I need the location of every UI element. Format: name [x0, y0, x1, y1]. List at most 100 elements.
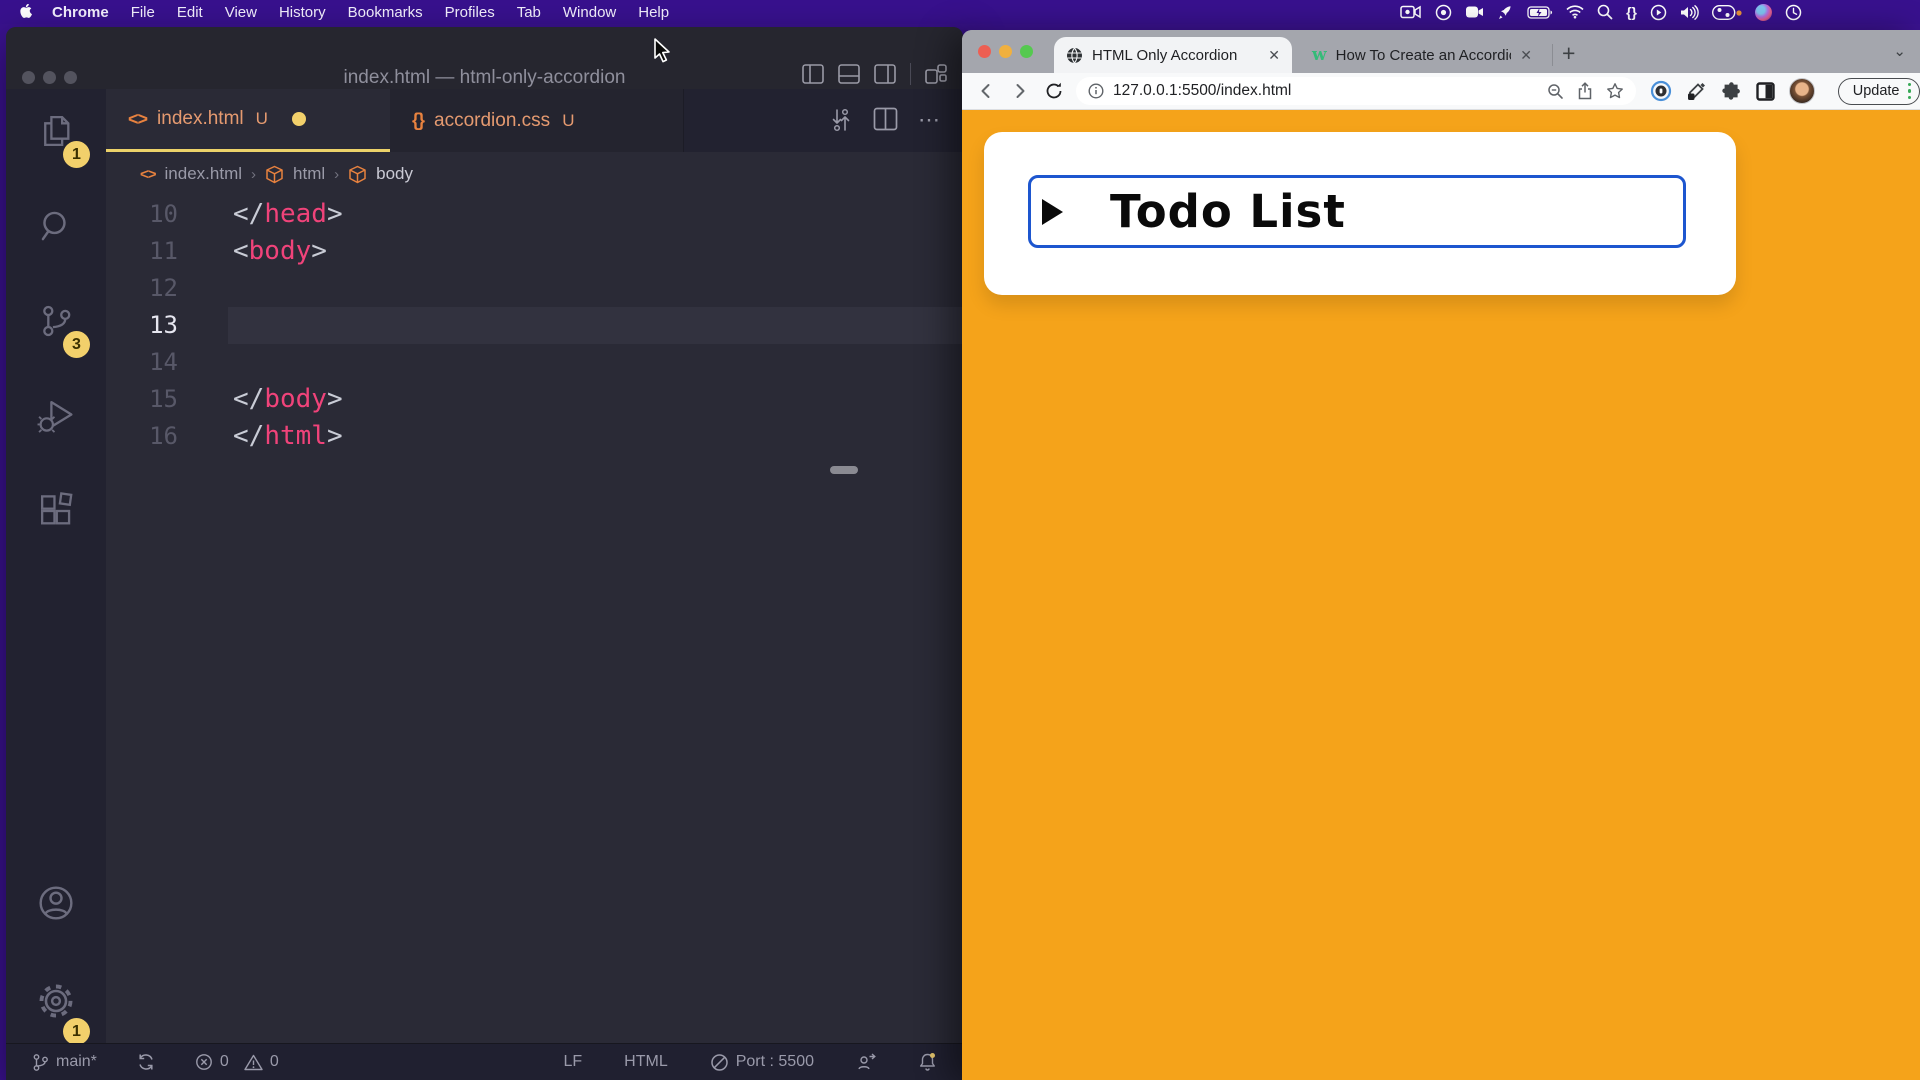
update-label: Update	[1853, 83, 1900, 99]
code-line-13-current[interactable]: 13	[106, 307, 963, 344]
vscode-status-bar: main* 0 0 LF HTML Port : 5500	[6, 1043, 963, 1080]
wifi-icon[interactable]	[1566, 5, 1584, 19]
activity-search-button[interactable]	[30, 206, 82, 301]
menu-file[interactable]: File	[120, 4, 166, 21]
play-circle-icon[interactable]	[1650, 4, 1667, 21]
forward-button[interactable]	[1010, 81, 1030, 101]
menu-history[interactable]: History	[268, 4, 337, 21]
breadcrumb-body[interactable]: body	[376, 164, 413, 184]
site-info-icon[interactable]	[1088, 83, 1104, 99]
chevron-right-icon: ›	[334, 166, 339, 183]
update-button[interactable]: Update	[1838, 78, 1920, 105]
error-count: 0	[220, 1053, 229, 1071]
notifications-bell-icon[interactable]	[918, 1052, 937, 1072]
activity-explorer-button[interactable]: 1	[30, 111, 82, 206]
zoom-icon[interactable]	[1547, 83, 1564, 100]
menu-help[interactable]: Help	[627, 4, 680, 21]
editor-sash-handle[interactable]	[830, 466, 858, 474]
back-button[interactable]	[976, 81, 996, 101]
split-editor-icon[interactable]	[873, 107, 898, 133]
live-server-port-indicator[interactable]: Port : 5500	[710, 1053, 814, 1072]
live-share-icon[interactable]	[856, 1053, 876, 1072]
activity-source-control-button[interactable]: 3	[30, 301, 82, 396]
chrome-minimize-button[interactable]	[999, 45, 1012, 58]
url-text[interactable]: 127.0.0.1:5500/index.html	[1113, 82, 1538, 100]
address-bar[interactable]: 127.0.0.1:5500/index.html	[1076, 77, 1636, 105]
customize-layout-icon[interactable]	[925, 64, 947, 84]
reload-button[interactable]	[1044, 81, 1064, 101]
clock-icon[interactable]	[1785, 4, 1802, 21]
activity-run-debug-button[interactable]	[30, 396, 82, 491]
menu-bookmarks[interactable]: Bookmarks	[337, 4, 434, 21]
code-line-10[interactable]: 10 </head>	[106, 196, 963, 233]
globe-favicon	[1066, 47, 1083, 64]
chrome-zoom-button[interactable]	[1020, 45, 1033, 58]
problems-indicator[interactable]: 0 0	[195, 1053, 279, 1071]
eol-indicator[interactable]: LF	[563, 1053, 582, 1071]
profile-avatar[interactable]	[1789, 78, 1815, 104]
menu-tab[interactable]: Tab	[506, 4, 552, 21]
braces-menu-icon[interactable]: {}	[1626, 4, 1637, 20]
battery-icon[interactable]	[1527, 6, 1553, 19]
open-changes-icon[interactable]	[829, 107, 853, 133]
dark-mode-extension-icon[interactable]	[1755, 81, 1776, 102]
code-line-14[interactable]: 14	[106, 344, 963, 381]
close-tab-icon[interactable]: ✕	[1520, 47, 1532, 64]
new-tab-button[interactable]: +	[1562, 40, 1575, 67]
activity-extensions-button[interactable]	[30, 491, 82, 586]
editor-tab-strip: <> index.html U {} accordion.css U ⋯	[106, 89, 963, 152]
language-mode-indicator[interactable]: HTML	[624, 1053, 668, 1071]
code-line-11[interactable]: 11 <body>	[106, 233, 963, 270]
video-camera-icon[interactable]	[1465, 5, 1484, 19]
line-number: 13	[106, 307, 228, 344]
rocket-icon[interactable]	[1497, 4, 1514, 21]
source-control-badge: 3	[63, 331, 90, 358]
more-actions-icon[interactable]: ⋯	[918, 107, 941, 133]
breadcrumb-html[interactable]: html	[293, 164, 325, 184]
menu-view[interactable]: View	[214, 4, 268, 21]
code-line-12[interactable]: 12	[106, 270, 963, 307]
breadcrumb[interactable]: <> index.html › html › body	[106, 152, 963, 196]
unsaved-dot-icon[interactable]	[292, 112, 306, 126]
control-center-icon[interactable]	[1712, 5, 1742, 20]
macos-menu-bar: Chrome File Edit View History Bookmarks …	[0, 0, 1920, 24]
tab-search-chevron-icon[interactable]: ⌄	[1893, 42, 1906, 60]
share-icon[interactable]	[1577, 82, 1593, 100]
menu-edit[interactable]: Edit	[166, 4, 214, 21]
git-branch-indicator[interactable]: main*	[32, 1053, 97, 1072]
code-editor[interactable]: 10 </head> 11 <body> 12 13 14 15 </body	[106, 196, 963, 1033]
tab-html-only-accordion[interactable]: HTML Only Accordion ✕	[1054, 37, 1292, 73]
menu-window[interactable]: Window	[552, 4, 627, 21]
account-icon	[35, 882, 77, 924]
tab-accordion-css[interactable]: {} accordion.css U	[390, 89, 684, 152]
tab-index-html[interactable]: <> index.html U	[106, 89, 390, 152]
menu-chrome[interactable]: Chrome	[41, 4, 120, 21]
extensions-puzzle-icon[interactable]	[1720, 80, 1742, 102]
toggle-panel-icon[interactable]	[838, 64, 860, 84]
bookmark-star-icon[interactable]	[1606, 82, 1624, 100]
toggle-sidebar-icon[interactable]	[802, 64, 824, 84]
vscode-title-bar[interactable]: index.html — html-only-accordion	[6, 27, 963, 89]
activity-accounts-button[interactable]	[30, 882, 82, 980]
chrome-close-button[interactable]	[978, 45, 991, 58]
details-marker-triangle-icon[interactable]	[1042, 199, 1063, 225]
breadcrumb-file[interactable]: index.html	[165, 164, 242, 184]
screen-record-camcorder-icon[interactable]	[1400, 5, 1422, 19]
tab-label: index.html	[157, 108, 244, 130]
search-icon	[36, 206, 76, 246]
volume-icon[interactable]	[1680, 5, 1699, 20]
password-manager-extension-icon[interactable]	[1650, 80, 1672, 102]
record-circle-icon[interactable]	[1435, 4, 1452, 21]
color-picker-extension-icon[interactable]	[1685, 80, 1707, 102]
sync-indicator[interactable]	[137, 1053, 155, 1071]
tab-how-to-create-accordion[interactable]: w How To Create an Accordion ✕	[1300, 37, 1544, 73]
menu-profiles[interactable]: Profiles	[434, 4, 506, 21]
accordion-summary[interactable]: Todo List	[1028, 175, 1686, 248]
code-line-15[interactable]: 15 </body>	[106, 381, 963, 418]
close-tab-icon[interactable]: ✕	[1268, 47, 1280, 64]
apple-logo-icon[interactable]	[20, 4, 35, 21]
spotlight-search-icon[interactable]	[1597, 4, 1613, 20]
code-line-16[interactable]: 16 </html>	[106, 418, 963, 455]
siri-icon[interactable]	[1755, 4, 1772, 21]
toggle-secondary-sidebar-icon[interactable]	[874, 64, 896, 84]
